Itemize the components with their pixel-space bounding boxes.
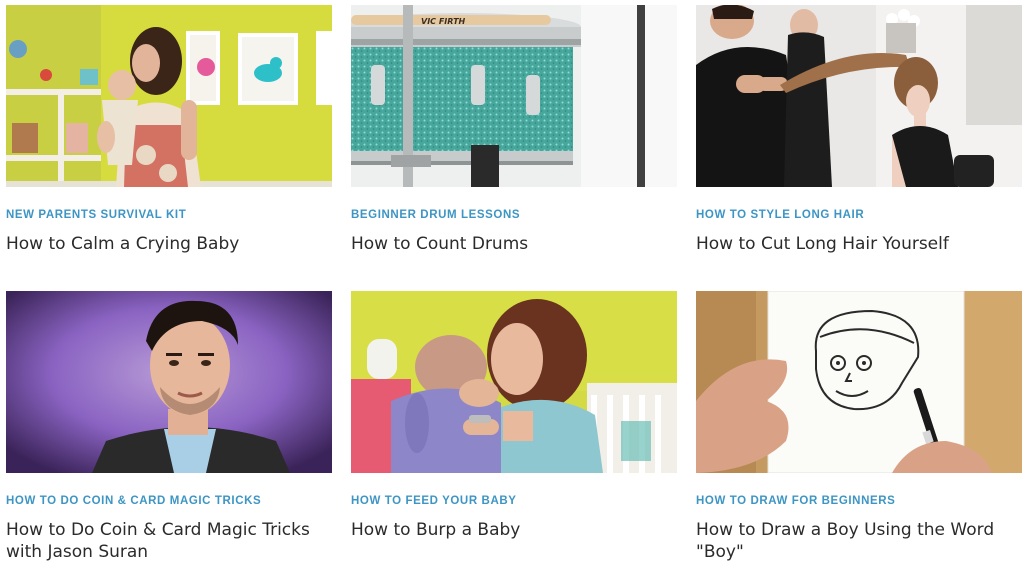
video-thumbnail[interactable]	[351, 291, 677, 473]
video-card[interactable]: NEW PARENTS SURVIVAL KIT How to Calm a C…	[6, 5, 332, 254]
video-thumbnail[interactable]	[6, 5, 332, 187]
video-title[interactable]: How to Do Coin & Card Magic Tricks with …	[6, 519, 332, 563]
video-title[interactable]: How to Burp a Baby	[351, 519, 677, 541]
video-title[interactable]: How to Draw a Boy Using the Word "Boy"	[696, 519, 1022, 563]
video-card[interactable]: VIC FIRTH BEGINNER DRUM LESSONS How to C…	[351, 5, 677, 254]
video-title[interactable]: How to Count Drums	[351, 233, 677, 255]
video-card[interactable]: HOW TO STYLE LONG HAIR How to Cut Long H…	[696, 5, 1022, 254]
video-card[interactable]: HOW TO FEED YOUR BABY How to Burp a Baby	[351, 291, 677, 540]
category-label[interactable]: HOW TO STYLE LONG HAIR	[696, 209, 864, 221]
video-grid: NEW PARENTS SURVIVAL KIT How to Calm a C…	[0, 0, 1024, 562]
thumbnail-image-snare-drum: VIC FIRTH	[351, 5, 677, 187]
category-label[interactable]: BEGINNER DRUM LESSONS	[351, 209, 520, 221]
svg-text:VIC FIRTH: VIC FIRTH	[421, 17, 466, 26]
thumbnail-image-burping-baby	[351, 291, 677, 473]
category-label[interactable]: HOW TO FEED YOUR BABY	[351, 495, 517, 507]
category-label[interactable]: HOW TO DRAW FOR BEGINNERS	[696, 495, 895, 507]
video-title[interactable]: How to Calm a Crying Baby	[6, 233, 332, 255]
thumbnail-image-magician-portrait	[6, 291, 332, 473]
thumbnail-image-hair-cutting	[696, 5, 1022, 187]
thumbnail-image-mother-baby	[6, 5, 332, 187]
video-card[interactable]: HOW TO DRAW FOR BEGINNERS How to Draw a …	[696, 291, 1022, 562]
video-thumbnail[interactable]: VIC FIRTH	[351, 5, 677, 187]
video-thumbnail[interactable]	[696, 291, 1022, 473]
video-card[interactable]: HOW TO DO COIN & CARD MAGIC TRICKS How t…	[6, 291, 332, 562]
thumbnail-image-drawing-boy	[696, 291, 1022, 473]
category-label[interactable]: NEW PARENTS SURVIVAL KIT	[6, 209, 186, 221]
video-thumbnail[interactable]	[696, 5, 1022, 187]
video-thumbnail[interactable]	[6, 291, 332, 473]
category-label[interactable]: HOW TO DO COIN & CARD MAGIC TRICKS	[6, 495, 261, 507]
video-title[interactable]: How to Cut Long Hair Yourself	[696, 233, 1022, 255]
